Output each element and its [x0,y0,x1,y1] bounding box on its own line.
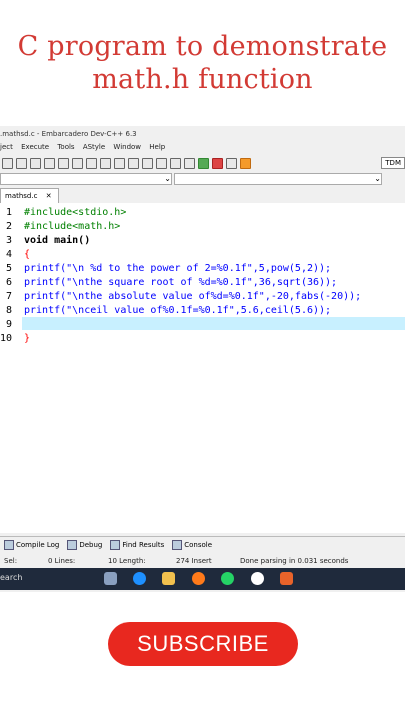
code-line: #include<math.h> [24,221,121,232]
title-line-1: C program to demonstrate [17,31,388,62]
tab-close-icon[interactable]: ✕ [46,192,52,200]
code-lines: #include<stdio.h> #include<math.h> void … [0,203,405,533]
member-combo[interactable]: ⌄ [174,173,382,185]
code-line: void main() [24,235,91,246]
compiler-select[interactable]: TDM [381,157,405,169]
print-icon[interactable] [16,157,27,169]
status-message: Done parsing in 0.031 seconds [240,557,349,565]
code-line: #include<stdio.h> [24,207,127,218]
menu-astyle[interactable]: AStyle [83,143,105,151]
whatsapp-icon[interactable] [221,572,234,585]
menu-tools[interactable]: Tools [57,143,74,151]
tab-label: mathsd.c [5,192,38,200]
status-bar: Sel: 0 Lines: 10 Length: 274 Insert Done… [0,556,405,568]
code-line: printf("\nthe square root of %d=%0.1f",3… [24,277,338,288]
find-next-icon[interactable] [58,157,69,169]
editor-tab-bar [0,187,405,204]
find-results-label: Find Results [122,540,165,549]
console-icon [172,539,183,550]
replace-icon[interactable] [44,157,55,169]
check-icon[interactable] [198,157,209,169]
tab-mathsd[interactable]: mathsd.c ✕ [0,188,59,204]
title-line-2: math.h function [92,64,313,95]
bookmark-icon[interactable] [128,157,139,169]
status-sel: Sel: [4,557,18,565]
devcpp-icon[interactable] [280,572,293,585]
undo-icon[interactable] [72,157,83,169]
compile-run-icon[interactable] [170,157,181,169]
tab-debug[interactable]: Debug [67,539,103,550]
menu-project[interactable]: ject [0,143,13,151]
console-label: Console [184,540,213,549]
app-icon[interactable] [251,572,264,585]
status-lines: 0 Lines: [48,557,76,565]
find-icon[interactable] [30,157,41,169]
code-line: printf("\n %d to the power of 2=%0.1f",5… [24,263,332,274]
stop-icon[interactable] [212,157,223,169]
task-view-icon[interactable] [104,572,117,585]
code-line: { [24,249,31,260]
tab-find-results[interactable]: Find Results [110,539,165,550]
unindent-icon[interactable] [114,157,125,169]
menu-execute[interactable]: Execute [21,143,49,151]
status-length: 10 Length: [108,557,146,565]
compile-log-label: Compile Log [16,540,60,549]
subscribe-button[interactable]: SUBSCRIBE [108,622,298,666]
debug-label: Debug [79,540,103,549]
window-title: .mathsd.c - Embarcadero Dev-C++ 6.3 [0,130,137,138]
tab-compile-log[interactable]: Compile Log [4,539,60,550]
menu-window[interactable]: Window [113,143,141,151]
debug-icon [67,539,78,550]
redo-icon[interactable] [86,157,97,169]
indent-icon[interactable] [100,157,111,169]
code-line: printf("\nceil value of%0.1f=%0.1f",5.6,… [24,305,332,316]
chart-icon[interactable] [226,157,237,169]
menu-help[interactable]: Help [149,143,165,151]
bottom-panel-tabs: Compile Log Debug Find Results Console [0,536,405,552]
video-title: C program to demonstrate math.h function [0,30,405,96]
file-explorer-icon[interactable] [162,572,175,585]
profile-icon[interactable] [240,157,251,169]
new-file-icon[interactable] [2,157,13,169]
edge-icon[interactable] [133,572,146,585]
tab-console[interactable]: Console [172,539,213,550]
find-results-icon [110,539,121,550]
run-icon[interactable] [156,157,167,169]
toolbar: TDM [0,155,405,171]
code-line: printf("\nthe absolute value of%d=%0.1f"… [24,291,362,302]
rebuild-icon[interactable] [184,157,195,169]
class-combo[interactable]: ⌄ [0,173,172,185]
status-insert: 274 Insert [176,557,212,565]
compile-icon[interactable] [142,157,153,169]
code-line: } [24,333,31,344]
menu-bar: ject Execute Tools AStyle Window Help [0,143,405,155]
firefox-icon[interactable] [192,572,205,585]
taskbar-search[interactable]: earch [0,573,22,582]
compile-log-icon [4,539,14,550]
